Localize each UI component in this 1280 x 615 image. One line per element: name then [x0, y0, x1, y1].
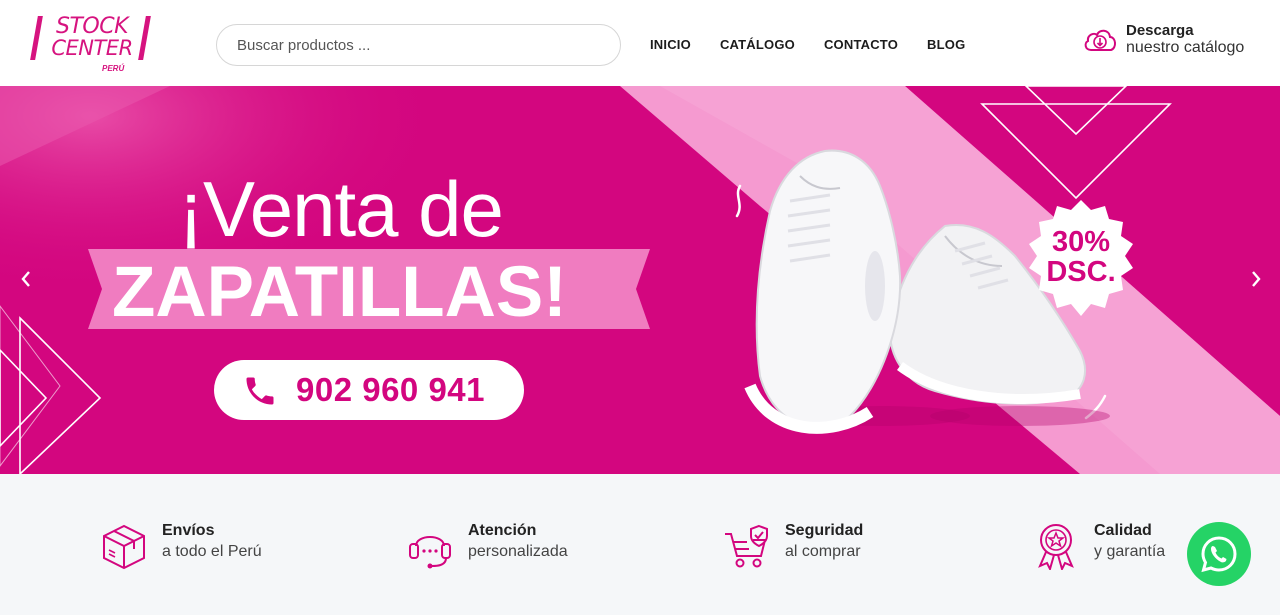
feature-title: Atención: [468, 522, 537, 539]
feature-subtitle: personalizada: [468, 543, 568, 560]
main-nav: INICIO CATÁLOGO CONTACTO BLOG: [650, 37, 994, 52]
whatsapp-button[interactable]: [1187, 522, 1251, 586]
logo-wordmark: STOCK CENTER: [30, 14, 151, 64]
nav-inicio[interactable]: INICIO: [650, 37, 691, 52]
search-input[interactable]: [237, 25, 600, 65]
phone-number: 902 960 941: [296, 371, 486, 408]
feature-title: Calidad: [1094, 522, 1152, 539]
download-catalog-link[interactable]: Descarga nuestro catálogo: [1082, 20, 1262, 64]
phone-icon: [246, 377, 274, 405]
feature-subtitle: y garantía: [1094, 543, 1166, 560]
download-subtitle: nuestro catálogo: [1126, 39, 1245, 56]
chevron-left-icon[interactable]: [14, 264, 38, 294]
quality-medal-icon: [1038, 524, 1074, 570]
badge-percent: 30%: [1051, 226, 1111, 258]
logo-country: PERÚ: [102, 64, 125, 73]
nav-catalogo[interactable]: CATÁLOGO: [720, 37, 795, 52]
badge-label: DSC.: [1046, 256, 1116, 288]
box-icon: [103, 524, 145, 570]
chevron-right-icon[interactable]: [1244, 264, 1268, 294]
site-header: STOCK CENTER PERÚ INICIO CATÁLOGO CONTAC…: [0, 0, 1280, 86]
download-title: Descarga: [1126, 22, 1194, 39]
headset-icon: [409, 536, 451, 569]
hero-line2: ZAPATILLAS!: [112, 253, 567, 332]
phone-pill[interactable]: 902 960 941: [214, 360, 524, 420]
whatsapp-icon: [1201, 536, 1237, 573]
nav-contacto[interactable]: CONTACTO: [824, 37, 898, 52]
hero-line1: ¡Venta de: [178, 165, 504, 253]
hero-banner[interactable]: ¡Venta de ZAPATILLAS! 902 960 941 30% DS…: [0, 86, 1280, 474]
secure-cart-icon: [725, 524, 768, 568]
discount-badge: 30% DSC.: [1021, 200, 1141, 316]
nav-blog[interactable]: BLOG: [927, 37, 965, 52]
features-strip: Envíos a todo el Perú Atención personali…: [0, 474, 1280, 615]
feature-subtitle: al comprar: [785, 543, 861, 560]
feature-title: Envíos: [162, 522, 215, 539]
search-box[interactable]: [216, 24, 621, 66]
logo-line2: CENTER: [51, 36, 133, 60]
feature-title: Seguridad: [785, 522, 864, 539]
cloud-download-icon: [1084, 29, 1116, 51]
feature-subtitle: a todo el Perú: [162, 543, 262, 560]
logo[interactable]: STOCK CENTER PERÚ: [30, 14, 151, 74]
